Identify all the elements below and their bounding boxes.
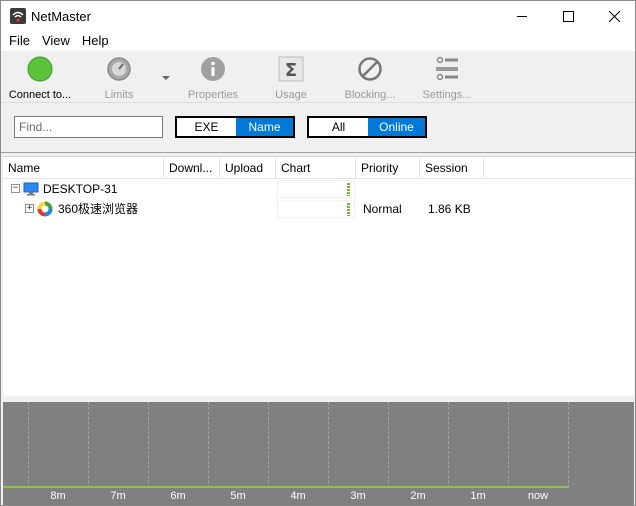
row-session: 1.86 KB <box>428 202 471 216</box>
table-row[interactable]: + 360极速浏览器 Normal 1.86 KB <box>3 199 634 219</box>
menu-file[interactable]: File <box>3 31 36 51</box>
row-chart <box>277 180 355 198</box>
table-row[interactable]: − DESKTOP-31 <box>3 179 634 199</box>
time-label: 4m <box>290 490 306 502</box>
time-label: 6m <box>170 490 186 502</box>
close-icon <box>608 10 620 22</box>
usage-button[interactable]: Σ Usage <box>269 56 313 102</box>
grid-line <box>268 402 269 488</box>
time-label: 1m <box>470 490 486 502</box>
traffic-line <box>3 486 568 488</box>
menu-help[interactable]: Help <box>76 31 115 51</box>
list-header: Name Downl... Upload Chart Priority Sess… <box>3 157 634 179</box>
netmaster-window: NetMaster File View Help Connect to... L… <box>0 0 636 506</box>
grid-line <box>208 402 209 488</box>
column-session[interactable]: Session <box>420 157 484 179</box>
column-chart[interactable]: Chart <box>276 157 356 179</box>
gauge-icon <box>107 57 131 81</box>
column-name[interactable]: Name <box>3 157 164 179</box>
time-label: 7m <box>110 490 126 502</box>
limits-label: Limits <box>104 89 134 101</box>
browser-360-icon <box>37 201 53 217</box>
minimize-icon <box>516 15 527 17</box>
settings-button[interactable]: Settings... <box>417 56 477 102</box>
row-name: 360极速浏览器 <box>58 202 139 216</box>
grid-line <box>88 402 89 488</box>
toolbar: Connect to... Limits Properties Σ Usage … <box>1 51 635 103</box>
properties-button[interactable]: Properties <box>183 56 243 102</box>
connect-status-icon <box>27 56 53 82</box>
blocking-label: Blocking... <box>344 89 396 101</box>
grid-line <box>388 402 389 488</box>
close-button[interactable] <box>591 1 636 31</box>
column-priority[interactable]: Priority <box>356 157 420 179</box>
maximize-icon <box>562 10 574 22</box>
connections-list[interactable]: Name Downl... Upload Chart Priority Sess… <box>3 156 634 396</box>
filter-bar: EXE Name All Online <box>1 104 635 153</box>
activity-bars <box>347 183 350 196</box>
toggle-name[interactable]: Name <box>236 118 293 136</box>
column-download[interactable]: Downl... <box>164 157 220 179</box>
grid-line <box>508 402 509 488</box>
row-name: DESKTOP-31 <box>43 182 118 196</box>
connect-button[interactable]: Connect to... <box>5 56 75 102</box>
menu-view[interactable]: View <box>36 31 76 51</box>
grid-line <box>28 402 29 488</box>
time-label: 3m <box>350 490 366 502</box>
title-bar: NetMaster <box>1 1 635 31</box>
netmaster-app-icon <box>10 8 26 24</box>
limits-dropdown-icon[interactable] <box>161 73 171 83</box>
menu-bar: File View Help <box>1 31 635 51</box>
svg-text:Σ: Σ <box>285 60 297 81</box>
grid-line <box>568 402 569 488</box>
time-label: 8m <box>50 490 66 502</box>
minimize-button[interactable] <box>499 1 545 31</box>
info-icon <box>201 57 225 81</box>
find-input[interactable] <box>14 116 163 138</box>
toggle-all[interactable]: All <box>309 118 368 136</box>
computer-icon <box>23 182 39 196</box>
toggle-exe[interactable]: EXE <box>177 118 236 136</box>
row-chart <box>277 200 355 218</box>
column-upload[interactable]: Upload <box>220 157 276 179</box>
time-label: 5m <box>230 490 246 502</box>
settings-label: Settings... <box>422 89 472 101</box>
exe-name-toggle: EXE Name <box>175 116 295 138</box>
time-label: 2m <box>410 490 426 502</box>
all-online-toggle: All Online <box>307 116 427 138</box>
limits-button[interactable]: Limits <box>93 56 145 102</box>
settings-list-icon <box>436 56 458 81</box>
block-icon <box>358 57 382 81</box>
time-label: now <box>527 490 549 502</box>
grid-line <box>328 402 329 488</box>
usage-label: Usage <box>275 89 307 101</box>
connect-label: Connect to... <box>8 89 72 101</box>
activity-bars <box>347 203 350 216</box>
maximize-button[interactable] <box>545 1 591 31</box>
row-priority: Normal <box>363 202 402 216</box>
properties-label: Properties <box>187 89 239 101</box>
window-title: NetMaster <box>31 9 91 24</box>
grid-line <box>148 402 149 488</box>
sigma-icon: Σ <box>278 56 304 82</box>
blocking-button[interactable]: Blocking... <box>339 56 401 102</box>
bandwidth-graph: 8m 7m 6m 5m 4m 3m 2m 1m now <box>3 402 634 505</box>
collapse-toggle[interactable]: − <box>11 184 20 193</box>
expand-toggle[interactable]: + <box>25 204 34 213</box>
toggle-online[interactable]: Online <box>368 118 425 136</box>
grid-line <box>448 402 449 488</box>
